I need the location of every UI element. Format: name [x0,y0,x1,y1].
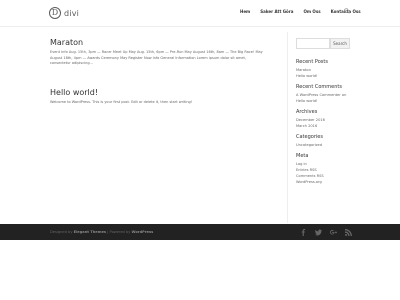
logo-text: divi [64,8,80,18]
widget-categories: Categories Uncategorized [296,134,352,148]
post-title[interactable]: Maraton [50,38,282,47]
post-excerpt: Welcome to WordPress. This is your first… [50,100,282,106]
site-footer: Designed by Elegant Themes | Powered by … [0,224,400,240]
widget-link[interactable]: Hello world! [296,98,352,104]
widget-title: Recent Posts [296,59,328,65]
facebook-icon[interactable] [300,229,307,236]
footer-wordpress-link[interactable]: WordPress [132,230,154,234]
social-links [300,229,352,236]
search-icon[interactable] [344,8,350,14]
widget-link[interactable]: WordPress.org [296,179,352,185]
nav-item-hem[interactable]: Hem [240,9,250,14]
footer-theme-link[interactable]: Elegant Themes [74,230,106,234]
search-button[interactable]: Search [330,38,350,49]
footer-separator: | Powered by [106,230,132,234]
widget-archives: Archives December 2016 March 2016 [296,109,352,129]
widget-link[interactable]: March 2016 [296,123,352,129]
widget-title: Recent Comments [296,84,342,90]
search-input[interactable] [296,38,330,49]
site-header: D divi Hem Saker Att Göra Om Oss Kontakt… [0,0,400,27]
excerpt-line: Event Info Aug. 15th, 3pm — Racer Meet U… [50,50,263,54]
widget-title: Categories [296,134,323,140]
excerpt-line: consectetur adipiscing... [50,61,93,65]
sidebar-divider [287,32,288,223]
widget-link[interactable]: Hello world! [296,73,352,79]
sidebar: Search Recent Posts Maraton Hello world!… [296,38,352,190]
footer-designed-by: Designed by [50,230,73,234]
widget-recent-posts: Recent Posts Maraton Hello world! [296,59,352,79]
main-nav: Hem Saker Att Göra Om Oss Kontakta Oss [240,9,361,14]
post-item: Hello world! Welcome to WordPress. This … [50,88,282,106]
widget-recent-comments: Recent Comments A WordPress Commenter on… [296,84,352,104]
twitter-icon[interactable] [315,229,322,236]
rss-icon[interactable] [345,229,352,236]
excerpt-line: Welcome to WordPress. This is your first… [50,99,193,104]
widget-link[interactable]: Uncategorized [296,142,352,148]
nav-item-saker-att-gora[interactable]: Saker Att Göra [260,9,293,14]
footer-credits: Designed by Elegant Themes | Powered by … [50,230,153,234]
post-excerpt: Event Info Aug. 15th, 3pm — Racer Meet U… [50,50,282,67]
widget-meta: Meta Log in Entries RSS Comments RSS Wor… [296,153,352,185]
site-logo[interactable]: D divi [49,6,79,20]
widget-title: Meta [296,153,309,159]
post-title[interactable]: Hello world! [50,88,282,97]
post-list: Maraton Event Info Aug. 15th, 3pm — Race… [50,38,282,126]
logo-icon: D [49,7,61,19]
sidebar-search: Search [296,38,352,49]
widget-title: Archives [296,109,318,115]
nav-item-om-oss[interactable]: Om Oss [303,9,320,14]
google-plus-icon[interactable] [330,229,337,236]
post-item: Maraton Event Info Aug. 15th, 3pm — Race… [50,38,282,67]
